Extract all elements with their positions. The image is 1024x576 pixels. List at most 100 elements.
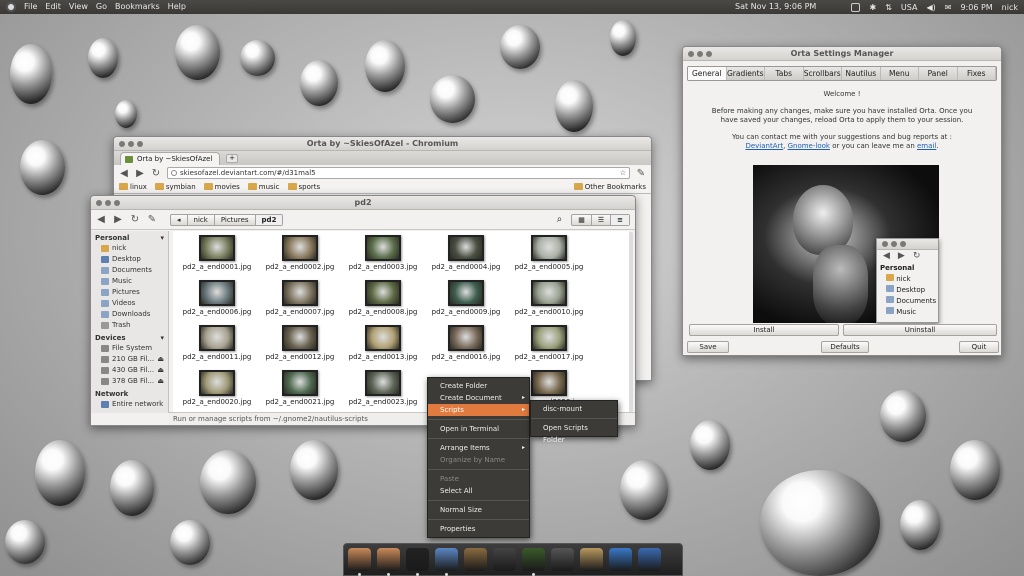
file-item[interactable]: pd2_a_end0016.jpg xyxy=(426,325,506,361)
menu-disc-mount[interactable]: disc-mount xyxy=(531,403,617,415)
menu-help[interactable]: Help xyxy=(168,2,186,12)
user-menu[interactable]: nick xyxy=(1002,3,1018,12)
tab-fixes[interactable]: Fixes xyxy=(958,67,996,80)
menu-scripts[interactable]: Scripts ▸ xyxy=(428,404,529,416)
bookmark-symbian[interactable]: symbian xyxy=(154,183,196,191)
sidebar-item-drive-210[interactable]: 210 GB Fil... ⏏ xyxy=(91,354,168,365)
other-bookmarks[interactable]: Other Bookmarks xyxy=(573,183,646,191)
file-item[interactable]: pd2_a_end0002.jpg xyxy=(260,235,340,271)
menu-file[interactable]: File xyxy=(24,2,37,12)
disk-utility-icon[interactable] xyxy=(435,548,458,576)
sidebar-item-drive-430[interactable]: 430 GB Fil... ⏏ xyxy=(91,365,168,376)
browser-tab[interactable]: Orta by ~SkiesOfAzel xyxy=(120,152,220,165)
menu-properties[interactable]: Properties xyxy=(428,523,529,535)
tab-general[interactable]: General xyxy=(688,67,727,80)
file-item[interactable]: pd2_a_end0004.jpg xyxy=(426,235,506,271)
menu-select-all[interactable]: Select All xyxy=(428,485,529,497)
sidebar-item-pictures[interactable]: Pictures xyxy=(91,287,168,298)
sidebar-item-nick[interactable]: nick xyxy=(91,243,168,254)
file-item[interactable]: pd2_a_end0023.jpg xyxy=(343,370,423,406)
volume-icon[interactable]: ◀) xyxy=(926,3,935,12)
keyboard-layout[interactable]: USA xyxy=(901,3,918,12)
cursor-app-icon[interactable] xyxy=(609,548,632,571)
mail-icon[interactable]: ✉ xyxy=(945,3,952,12)
wrench-settings-icon[interactable] xyxy=(638,548,661,571)
file-item[interactable]: pd2_a_end0005.jpg xyxy=(509,235,589,271)
reload-icon[interactable]: ↻ xyxy=(151,168,161,179)
tab-menu[interactable]: Menu xyxy=(881,67,919,80)
close-icon[interactable] xyxy=(119,140,125,147)
cat-app-icon[interactable] xyxy=(377,548,400,576)
file-item[interactable]: pd2_a_end0009.jpg xyxy=(426,280,506,316)
file-item[interactable]: pd2_a_end0006.jpg xyxy=(177,280,257,316)
tab-tabs[interactable]: Tabs xyxy=(765,67,804,80)
sidebar-item-entire-network[interactable]: Entire network xyxy=(91,399,168,410)
menu-arrange-items[interactable]: Arrange Items ▸ xyxy=(428,442,529,454)
file-item[interactable]: pd2_a_end0007.jpg xyxy=(260,280,340,316)
menu-go[interactable]: Go xyxy=(96,2,107,12)
edit-location-icon[interactable]: ✎ xyxy=(147,214,157,225)
list-view-icon[interactable]: ☰ xyxy=(592,214,612,225)
close-icon[interactable] xyxy=(96,199,102,206)
minimize-icon[interactable] xyxy=(105,199,111,206)
maximize-icon[interactable] xyxy=(114,199,120,206)
menu-create-folder[interactable]: Create Folder xyxy=(428,380,529,392)
menu-organize-by-name[interactable]: Organize by Name xyxy=(428,454,529,466)
maximize-icon[interactable] xyxy=(137,140,143,147)
indicator-icon[interactable] xyxy=(851,2,861,12)
file-item[interactable]: pd2_a_end0012.jpg xyxy=(260,325,340,361)
sidebar-item-desktop[interactable]: Desktop xyxy=(91,254,168,265)
suit-icon[interactable] xyxy=(551,548,574,571)
panel-datetime[interactable]: Sat Nov 13, 9:06 PM xyxy=(735,2,816,11)
crumb-left-arrow-icon[interactable]: ◂ xyxy=(171,214,188,225)
tab-panel[interactable]: Panel xyxy=(919,67,958,80)
bookmark-movies[interactable]: movies xyxy=(203,183,240,191)
system-monitor-icon[interactable] xyxy=(522,548,545,576)
reload-icon[interactable]: ↻ xyxy=(130,214,140,225)
eject-icon[interactable]: ⏏ xyxy=(157,355,168,363)
menu-bookmarks[interactable]: Bookmarks xyxy=(115,2,160,12)
wrench-menu-icon[interactable]: ✎ xyxy=(636,168,646,179)
search-icon[interactable]: ⌕ xyxy=(557,214,563,225)
bookmark-music[interactable]: music xyxy=(247,183,280,191)
menu-view[interactable]: View xyxy=(69,2,88,12)
menu-normal-size[interactable]: Normal Size xyxy=(428,504,529,516)
eject-icon[interactable]: ⏏ xyxy=(157,366,168,374)
back-arrow-icon[interactable]: ◀ xyxy=(96,214,106,225)
tab-nautilus[interactable]: Nautilus xyxy=(842,67,881,80)
icon-view-icon[interactable]: ▦ xyxy=(572,214,592,225)
package-installer-icon[interactable] xyxy=(580,548,603,571)
scrollbar[interactable] xyxy=(629,232,633,412)
nautilus-titlebar[interactable]: pd2 xyxy=(91,196,635,210)
media-player-icon[interactable] xyxy=(493,548,516,571)
eject-icon[interactable]: ⏏ xyxy=(157,377,168,385)
deviantart-link[interactable]: DeviantArt xyxy=(745,142,783,150)
orta-titlebar[interactable]: Orta Settings Manager xyxy=(683,47,1001,61)
back-arrow-icon[interactable]: ◀ xyxy=(119,168,129,179)
menu-open-scripts-folder[interactable]: Open Scripts Folder xyxy=(531,422,617,444)
quit-button[interactable]: Quit xyxy=(959,341,999,353)
terminal-icon[interactable] xyxy=(406,548,429,576)
menu-paste[interactable]: Paste xyxy=(428,473,529,485)
menu-open-terminal[interactable]: Open in Terminal xyxy=(428,423,529,435)
uninstall-button[interactable]: Uninstall xyxy=(843,324,997,336)
forward-arrow-icon[interactable]: ▶ xyxy=(113,214,123,225)
sidebar-item-downloads[interactable]: Downloads xyxy=(91,309,168,320)
file-item[interactable]: pd2_a_end0008.jpg xyxy=(343,280,423,316)
sidebar-item-videos[interactable]: Videos xyxy=(91,298,168,309)
file-item[interactable]: pd2_a_end0017.jpg xyxy=(509,325,589,361)
ubuntu-logo-icon[interactable] xyxy=(6,2,16,12)
tab-gradients[interactable]: Gradients xyxy=(727,67,765,80)
speaker-icon[interactable] xyxy=(464,548,487,571)
cat-app-icon[interactable] xyxy=(348,548,371,576)
panel-clock[interactable]: 9:06 PM xyxy=(960,3,992,12)
bluetooth-icon[interactable]: ✱ xyxy=(869,3,876,12)
minimize-icon[interactable] xyxy=(128,140,134,147)
new-tab-button[interactable]: + xyxy=(226,154,238,163)
maximize-icon[interactable] xyxy=(706,50,712,57)
bookmark-linux[interactable]: linux xyxy=(119,183,147,191)
file-item[interactable]: pd2_a_end0010.jpg xyxy=(509,280,589,316)
file-item[interactable]: pd2_a_end0011.jpg xyxy=(177,325,257,361)
file-item[interactable]: pd2_a_end0003.jpg xyxy=(343,235,423,271)
sidebar-item-filesystem[interactable]: File System xyxy=(91,343,168,354)
